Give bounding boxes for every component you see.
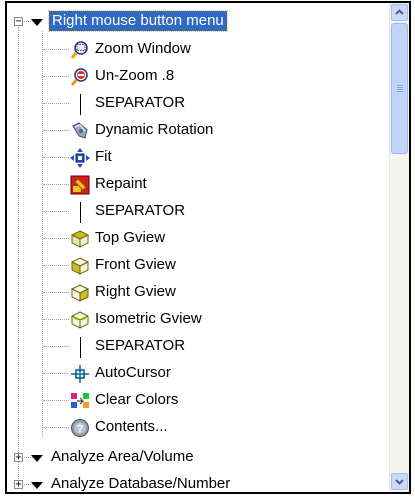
thumb-grip xyxy=(397,87,403,88)
dynamic-rotation-icon xyxy=(72,122,88,139)
tree-item-label: Isometric Gview xyxy=(95,310,202,327)
tree-item-label: Front Gview xyxy=(95,256,176,273)
tree-item-label: Dynamic Rotation xyxy=(95,121,214,138)
svg-text:?: ? xyxy=(77,423,84,435)
unzoom-icon xyxy=(70,68,88,86)
tree-item-fit[interactable]: Fit xyxy=(7,145,391,172)
separator-line xyxy=(80,202,81,223)
tree-item-repaint[interactable]: Repaint xyxy=(7,172,391,199)
thumb-grip xyxy=(397,85,403,86)
tree-item-autocursor[interactable]: AutoCursor xyxy=(7,361,391,388)
collapse-toggle[interactable]: − xyxy=(14,17,23,27)
tree-item-label: Zoom Window xyxy=(95,40,191,57)
tree-item-unzoom[interactable]: Un-Zoom .8 xyxy=(7,64,391,91)
tree-connector xyxy=(43,49,69,50)
menu-tree: − Right mouse button menu Zoom Window Un… xyxy=(7,3,391,492)
tree-connector xyxy=(43,319,69,320)
front-gview-icon xyxy=(70,257,90,275)
thumb-grip xyxy=(397,91,403,92)
root-node-label[interactable]: Right mouse button menu xyxy=(48,10,228,32)
tree-connector xyxy=(43,427,69,428)
tree-node-label: Analyze Area/Volume xyxy=(51,448,194,465)
tree-item-separator[interactable]: SEPARATOR xyxy=(7,91,391,118)
caret-down-icon xyxy=(31,482,43,489)
tree-item-label: SEPARATOR xyxy=(95,202,186,219)
tree-item-separator[interactable]: SEPARATOR xyxy=(7,334,391,361)
tree-connector xyxy=(43,265,69,266)
tree-item-right-gview[interactable]: Right Gview xyxy=(7,280,391,307)
help-contents-icon: ? xyxy=(71,419,89,437)
tree-item-label: Contents... xyxy=(95,418,168,435)
tree-connector xyxy=(43,157,69,158)
caret-down-icon xyxy=(31,19,43,26)
tree-item-label: Un-Zoom .8 xyxy=(95,67,175,84)
tree-connector xyxy=(43,76,69,77)
tree-item-label: AutoCursor xyxy=(95,364,171,381)
tree-item-top-gview[interactable]: Top Gview xyxy=(7,226,391,253)
tree-connector xyxy=(43,238,69,239)
tree-connector xyxy=(43,346,69,347)
separator-line xyxy=(80,337,81,358)
tree-item-label: Clear Colors xyxy=(95,391,179,408)
tree-item-dynamic-rotation[interactable]: Dynamic Rotation xyxy=(7,118,391,145)
tree-connector xyxy=(43,373,69,374)
tree-item-zoom-window[interactable]: Zoom Window xyxy=(7,37,391,64)
tree-item-label: SEPARATOR xyxy=(95,337,186,354)
tree-connector xyxy=(43,400,69,401)
scroll-down-button[interactable] xyxy=(391,473,408,490)
tree-item-contents[interactable]: ? Contents... xyxy=(7,415,391,442)
isometric-gview-icon xyxy=(71,311,89,329)
expand-toggle[interactable]: + xyxy=(14,480,23,490)
tree-connector xyxy=(43,130,69,131)
tree-item-label: SEPARATOR xyxy=(95,94,186,111)
tree-item-label: Right Gview xyxy=(95,283,176,300)
autocursor-icon xyxy=(71,365,89,383)
tree-item-front-gview[interactable]: Front Gview xyxy=(7,253,391,280)
vertical-scrollbar[interactable] xyxy=(389,3,409,492)
clear-colors-icon xyxy=(71,393,89,408)
tree-connector xyxy=(43,292,69,293)
fit-icon xyxy=(70,148,90,168)
tree-connector xyxy=(43,103,69,104)
tree-item-separator[interactable]: SEPARATOR xyxy=(7,199,391,226)
tree-item-isometric-gview[interactable]: Isometric Gview xyxy=(7,307,391,334)
thumb-grip xyxy=(397,89,403,90)
expand-toggle[interactable]: + xyxy=(14,453,23,463)
tree-connector xyxy=(43,184,69,185)
scroll-up-button[interactable] xyxy=(391,4,408,21)
tree-item-label: Repaint xyxy=(95,175,147,192)
tree-node-root[interactable]: − Right mouse button menu xyxy=(7,9,391,36)
tree-node-analyze-area-volume[interactable]: + Analyze Area/Volume xyxy=(7,445,391,472)
tree-item-label: Top Gview xyxy=(95,229,166,246)
tree-connector xyxy=(43,211,69,212)
chevron-down-icon xyxy=(395,479,404,485)
tree-node-label: Analyze Database/Number xyxy=(51,475,231,492)
caret-down-icon xyxy=(31,455,43,462)
zoom-window-icon xyxy=(70,41,88,59)
separator-line xyxy=(80,94,81,115)
right-gview-icon xyxy=(70,284,90,302)
tree-item-label: Fit xyxy=(95,148,112,165)
menu-tree-panel: − Right mouse button menu Zoom Window Un… xyxy=(5,1,411,494)
chevron-up-icon xyxy=(395,9,404,15)
scrollbar-thumb[interactable] xyxy=(391,23,408,154)
top-gview-icon xyxy=(70,230,90,248)
repaint-icon xyxy=(70,175,90,195)
tree-node-analyze-database-number[interactable]: + Analyze Database/Number xyxy=(7,472,391,492)
tree-item-clear-colors[interactable]: Clear Colors xyxy=(7,388,391,415)
